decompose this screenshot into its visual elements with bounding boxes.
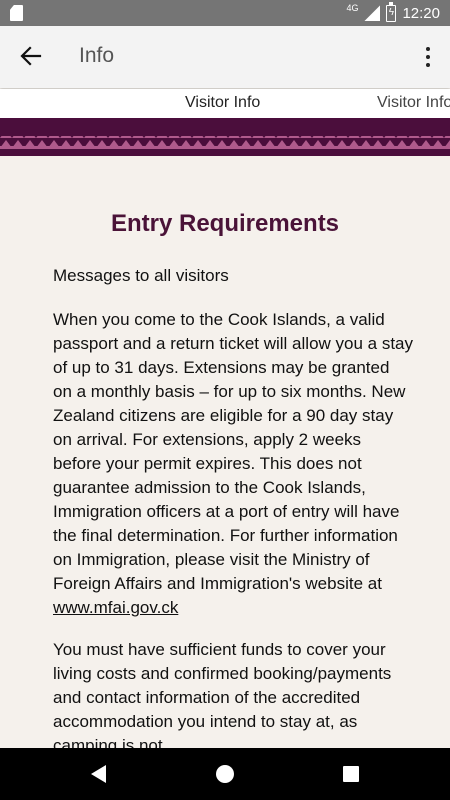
clock: 12:20: [402, 4, 440, 22]
network-type: 4G: [346, 3, 359, 13]
tribal-pattern: [0, 136, 450, 149]
article-paragraph-2: You must have sufficient funds to cover …: [53, 640, 392, 748]
signal-icon: [364, 5, 381, 21]
arrow-left-icon[interactable]: [18, 43, 44, 69]
tab-visitor-info[interactable]: Visitor Info: [185, 94, 260, 112]
mfai-link[interactable]: www.mfai.gov.ck: [53, 598, 178, 617]
sd-card-icon: [10, 5, 23, 21]
app-bar: Info: [0, 26, 450, 88]
paragraph-1-text: When you come to the Cook Islands, a val…: [53, 310, 414, 593]
battery-icon: ϟ: [386, 1, 397, 22]
tab-visitor-info-next[interactable]: Visitor Info: [377, 94, 450, 112]
status-bar: 4G ϟ 12:20: [0, 0, 450, 26]
system-nav-bar: [0, 748, 450, 800]
article-heading: Entry Requirements: [110, 210, 340, 237]
page-title: Info: [79, 44, 115, 67]
square-recents-icon[interactable]: [343, 766, 359, 782]
circle-home-icon[interactable]: [216, 765, 234, 783]
more-vert-icon[interactable]: [420, 44, 436, 70]
article-intro: Messages to all visitors: [53, 266, 229, 285]
article-paragraph-1: When you come to the Cook Islands, a val…: [53, 308, 413, 620]
status-icons: 4G ϟ 12:20: [346, 0, 440, 26]
tab-bar: Visitor Info Visitor Info: [0, 89, 450, 118]
decorative-banner: [0, 118, 450, 156]
triangle-back-icon[interactable]: [91, 765, 106, 783]
article: Entry Requirements Messages to all visit…: [0, 156, 450, 748]
